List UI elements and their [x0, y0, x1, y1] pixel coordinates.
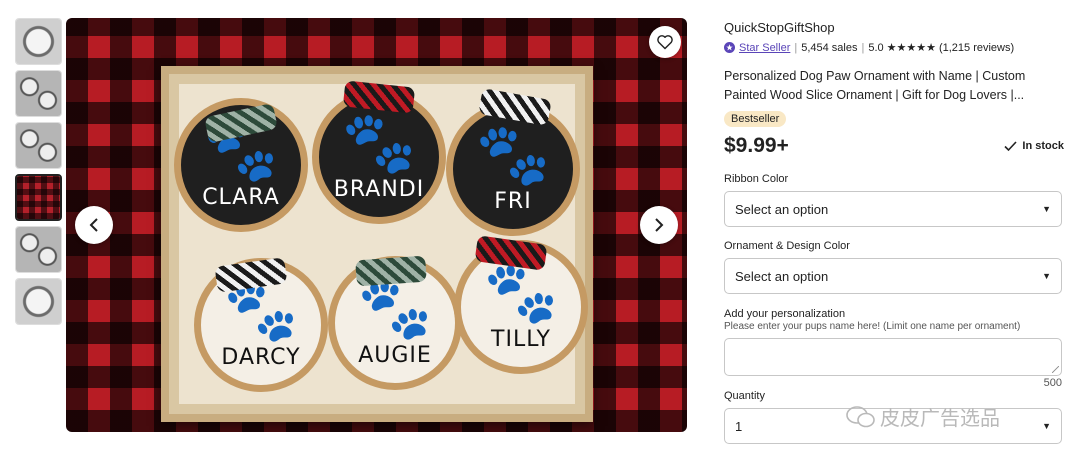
ornament-color-select[interactable]: Select an option ▼ — [724, 258, 1062, 294]
divider: | — [794, 41, 798, 54]
thumbnail-1[interactable] — [15, 18, 62, 65]
paw-icon: 🐾 — [483, 258, 559, 326]
watermark: 皮皮广告选品 — [846, 402, 1000, 431]
personalization-textarea[interactable] — [724, 338, 1062, 376]
price-row: $9.99+ In stock — [724, 134, 1064, 158]
reviews-link[interactable]: (1,215 reviews) — [939, 42, 1014, 54]
thumbnail-3[interactable] — [15, 122, 62, 169]
heart-icon — [657, 35, 673, 50]
divider: | — [861, 41, 865, 54]
thumbnail-4-selected[interactable] — [15, 174, 62, 221]
character-counter: 500 — [1043, 377, 1062, 389]
ornament-name: FRI — [494, 188, 532, 214]
bestseller-badge: Bestseller — [724, 111, 787, 127]
ornament-name: DARCY — [221, 344, 301, 370]
ornament-fri: 🐾 FRI — [446, 102, 580, 236]
shop-name-link[interactable]: QuickStopGiftShop — [724, 20, 1064, 35]
price: $9.99+ — [724, 134, 789, 157]
sales-count: 5,454 sales — [801, 41, 858, 54]
paw-icon: 🐾 — [357, 274, 433, 342]
personalization-label: Add your personalization — [724, 308, 846, 320]
product-main-image: 🐾 CLARA 🐾 BRANDI 🐾 FRI 🐾 DARCY 🐾 AUGIE 🐾… — [66, 18, 687, 432]
stock-status: In stock — [1004, 140, 1064, 152]
star-seller-link[interactable]: Star Seller — [739, 42, 790, 54]
paw-icon: 🐾 — [475, 120, 551, 188]
personalization-hint: Please enter your pups name here! (Limit… — [724, 321, 1021, 332]
listing-details: QuickStopGiftShop Star Seller | 5,454 sa… — [724, 20, 1064, 444]
thumbnail-6[interactable] — [15, 278, 62, 325]
caret-down-icon: ▼ — [1042, 271, 1051, 281]
ornament-name: BRANDI — [333, 176, 425, 202]
stock-label: In stock — [1022, 140, 1064, 152]
checkmark-icon — [1004, 140, 1018, 151]
quantity-value: 1 — [735, 418, 743, 434]
rating-value: 5.0 — [868, 41, 884, 54]
star-seller-badge-icon — [724, 42, 735, 53]
ornament-color-value: Select an option — [735, 268, 829, 284]
ribbon-color-label: Ribbon Color — [724, 173, 789, 185]
chevron-right-icon — [655, 218, 664, 232]
thumbnail-list — [15, 18, 62, 330]
quantity-label: Quantity — [724, 390, 765, 402]
paw-icon: 🐾 — [341, 108, 417, 176]
wechat-icon — [846, 405, 875, 427]
listing-title: Personalized Dog Paw Ornament with Name … — [724, 69, 1026, 102]
caret-down-icon: ▼ — [1042, 421, 1051, 431]
favorite-button[interactable] — [649, 26, 681, 58]
thumbnail-5[interactable] — [15, 226, 62, 273]
chevron-left-icon — [89, 218, 98, 232]
seller-meta: Star Seller | 5,454 sales | 5.0 ★★★★★ (1… — [724, 41, 1064, 54]
previous-image-button[interactable] — [75, 206, 113, 244]
ribbon-color-value: Select an option — [735, 201, 829, 217]
thumbnail-2[interactable] — [15, 70, 62, 117]
ornament-name: AUGIE — [358, 342, 432, 368]
ribbon-bow — [355, 255, 427, 287]
ornament-color-label: Ornament & Design Color — [724, 240, 850, 252]
next-image-button[interactable] — [640, 206, 678, 244]
ornament-name: TILLY — [491, 326, 551, 352]
watermark-text: 皮皮广告选品 — [880, 408, 1000, 430]
resize-handle-icon[interactable] — [1052, 366, 1059, 373]
rating-stars-icon: ★★★★★ — [886, 42, 936, 54]
caret-down-icon: ▼ — [1042, 204, 1051, 214]
ribbon-color-select[interactable]: Select an option ▼ — [724, 191, 1062, 227]
ornament-name: CLARA — [202, 184, 280, 210]
